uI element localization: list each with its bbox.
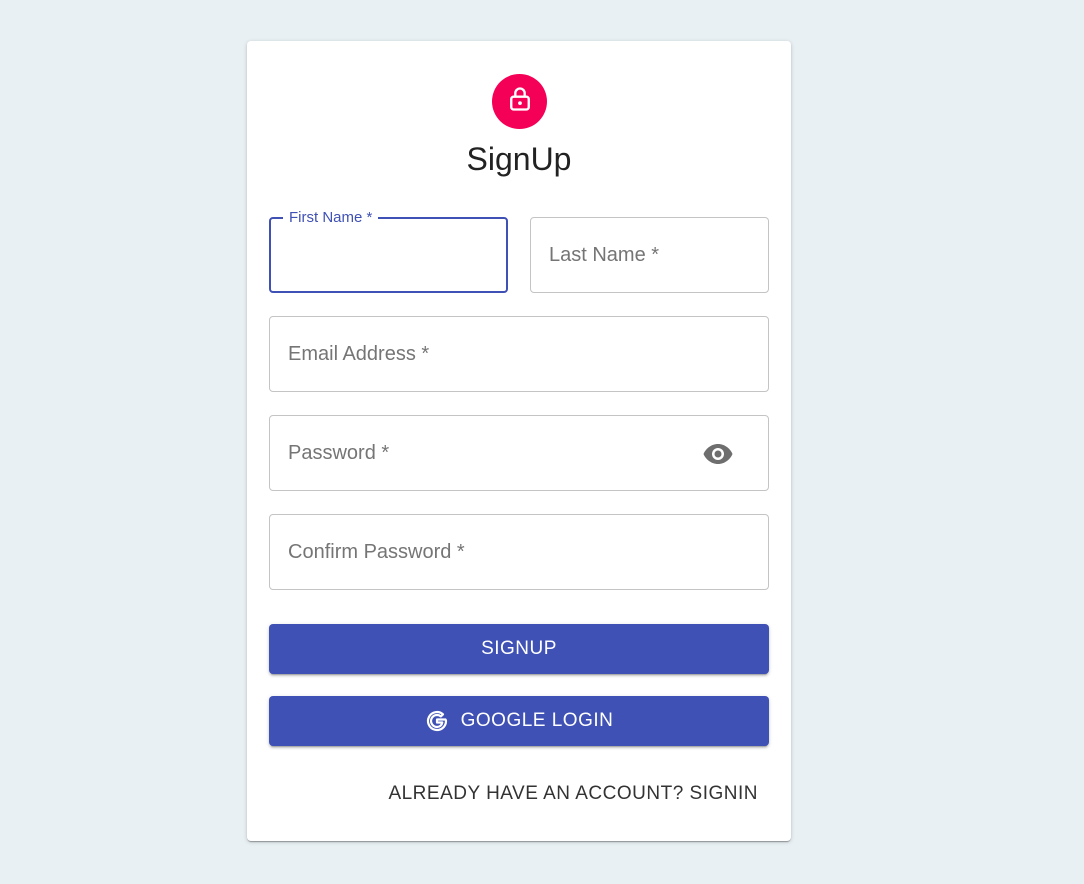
google-button-label: GOOGLE LOGIN <box>460 710 614 731</box>
avatar <box>492 74 547 129</box>
google-icon <box>425 709 449 733</box>
confirm-password-placeholder: Confirm Password * <box>288 541 465 563</box>
signin-link[interactable]: ALREADY HAVE AN ACCOUNT? SIGNIN <box>388 783 758 805</box>
password-placeholder: Password * <box>288 442 390 464</box>
signup-button[interactable]: SIGNUP <box>269 624 769 674</box>
first-name-label: First Name * <box>283 209 379 226</box>
lock-icon <box>506 85 534 118</box>
email-placeholder: Email Address * <box>288 343 430 365</box>
eye-icon[interactable] <box>702 440 734 468</box>
google-login-button[interactable]: GOOGLE LOGIN <box>269 696 769 746</box>
last-name-field[interactable]: Last Name * <box>530 217 769 293</box>
password-field[interactable]: Password * <box>269 415 769 491</box>
first-name-field[interactable]: First Name * <box>269 209 508 293</box>
last-name-placeholder: Last Name * <box>549 244 660 266</box>
email-field[interactable]: Email Address * <box>269 316 769 392</box>
confirm-password-field[interactable]: Confirm Password * <box>269 514 769 590</box>
page-title: SignUp <box>466 141 572 177</box>
signup-card: SignUp First Name * Last Name * Email Ad… <box>247 41 791 841</box>
signup-button-label: SIGNUP <box>481 638 557 659</box>
